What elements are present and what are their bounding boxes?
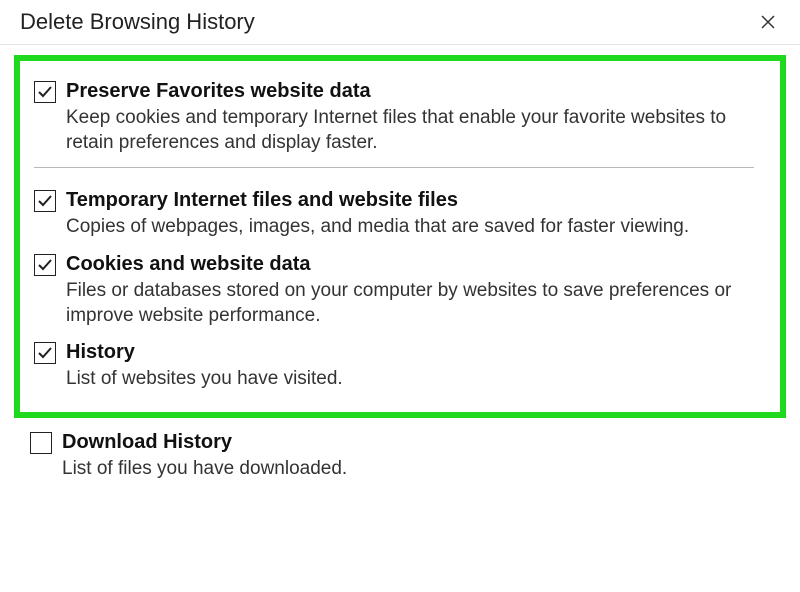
checkbox-cookies[interactable] xyxy=(34,254,56,276)
close-icon xyxy=(760,14,776,30)
option-title: Temporary Internet files and website fil… xyxy=(66,188,754,213)
option-cookies: Cookies and website data Files or databa… xyxy=(34,252,754,328)
check-icon xyxy=(37,193,53,209)
checkbox-download-history[interactable] xyxy=(30,432,52,454)
option-desc: Files or databases stored on your comput… xyxy=(66,279,754,328)
check-icon xyxy=(37,345,53,361)
close-button[interactable] xyxy=(746,6,790,38)
option-history: History List of websites you have visite… xyxy=(34,340,754,392)
checkbox-preserve-favorites[interactable] xyxy=(34,81,56,103)
option-title: History xyxy=(66,340,754,365)
option-download-history: Download History List of files you have … xyxy=(30,430,760,482)
window-title: Delete Browsing History xyxy=(20,9,255,35)
check-icon xyxy=(37,257,53,273)
label-block: History List of websites you have visite… xyxy=(66,340,754,392)
label-block: Temporary Internet files and website fil… xyxy=(66,188,754,240)
check-icon xyxy=(37,84,53,100)
option-title: Preserve Favorites website data xyxy=(66,79,754,104)
option-title: Download History xyxy=(62,430,760,455)
titlebar: Delete Browsing History xyxy=(0,0,800,45)
checkbox-history[interactable] xyxy=(34,342,56,364)
highlighted-options-group: Preserve Favorites website data Keep coo… xyxy=(14,55,786,418)
option-title: Cookies and website data xyxy=(66,252,754,277)
label-block: Cookies and website data Files or databa… xyxy=(66,252,754,328)
option-desc: Keep cookies and temporary Internet file… xyxy=(66,106,754,155)
option-preserve-favorites: Preserve Favorites website data Keep coo… xyxy=(34,79,754,155)
option-desc: List of websites you have visited. xyxy=(66,367,754,392)
options-continued: Download History List of files you have … xyxy=(0,426,800,482)
option-desc: Copies of webpages, images, and media th… xyxy=(66,215,754,240)
label-block: Preserve Favorites website data Keep coo… xyxy=(66,79,754,155)
option-temp-files: Temporary Internet files and website fil… xyxy=(34,188,754,240)
divider xyxy=(34,167,754,168)
checkbox-temp-files[interactable] xyxy=(34,190,56,212)
label-block: Download History List of files you have … xyxy=(62,430,760,482)
option-desc: List of files you have downloaded. xyxy=(62,457,760,482)
